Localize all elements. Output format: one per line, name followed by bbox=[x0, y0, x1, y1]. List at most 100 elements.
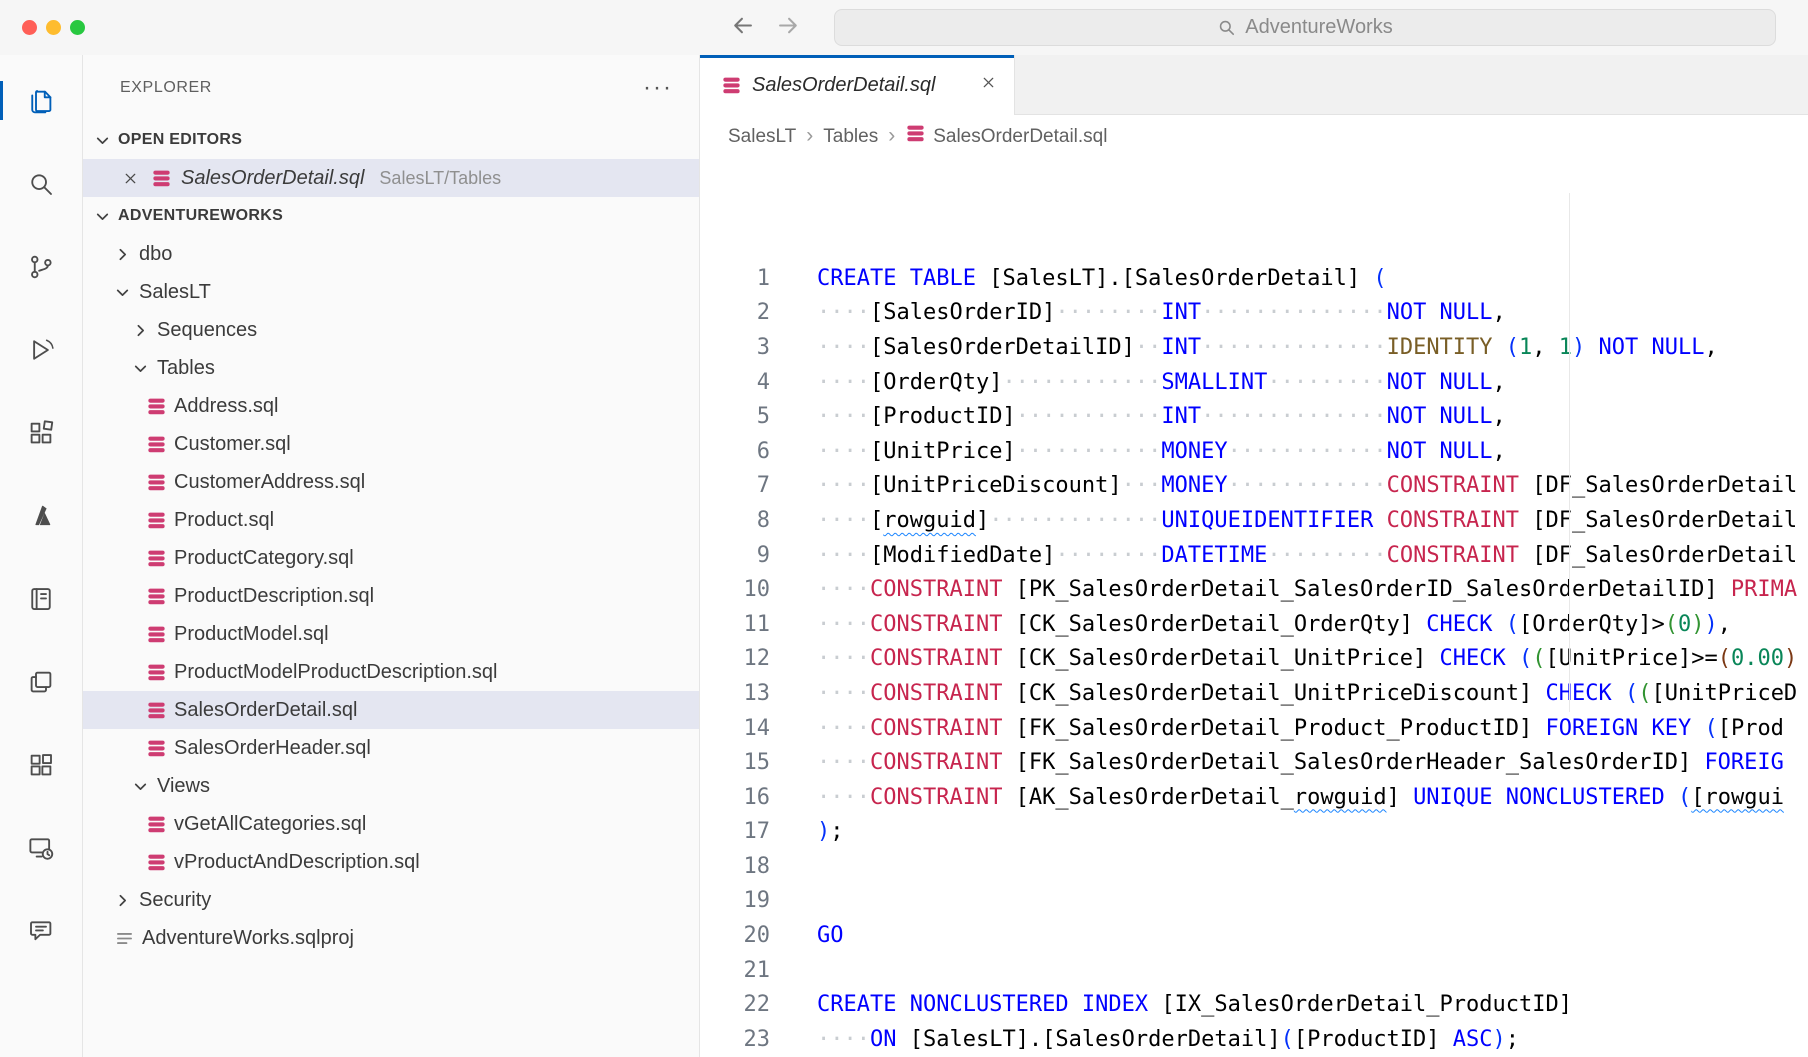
line-number: 11 bbox=[700, 608, 770, 643]
tree-item-sequences[interactable]: Sequences bbox=[83, 311, 699, 349]
breadcrumb-item-file[interactable]: SalesOrderDetail.sql bbox=[905, 123, 1107, 150]
minimize-button[interactable] bbox=[46, 20, 61, 35]
tree-item-label: SalesOrderDetail.sql bbox=[174, 699, 357, 722]
tree-item-salesorderdetail-sql[interactable]: SalesOrderDetail.sql bbox=[83, 691, 699, 729]
tab-close-button[interactable] bbox=[976, 73, 1000, 97]
tree-item-security[interactable]: Security bbox=[83, 881, 699, 919]
more-actions-button[interactable]: ··· bbox=[643, 83, 673, 93]
activity-explorer-button[interactable] bbox=[0, 59, 82, 142]
tree-item-productmodelproductdescription-sql[interactable]: ProductModelProductDescription.sql bbox=[83, 653, 699, 691]
tree-item-label: ProductDescription.sql bbox=[174, 585, 374, 608]
line-content: ····[OrderQty]············SMALLINT······… bbox=[770, 366, 1506, 401]
explorer-sidebar: EXPLORER ··· OPEN EDITORS SalesOrderDeta… bbox=[83, 55, 700, 1057]
open-editor-item[interactable]: SalesOrderDetail.sqlSalesLT/Tables bbox=[83, 159, 699, 197]
sql-projects-icon bbox=[26, 667, 56, 697]
line-content: ····CONSTRAINT [FK_SalesOrderDetail_Sale… bbox=[770, 746, 1784, 781]
close-editor-button[interactable] bbox=[119, 167, 141, 189]
open-editor-label: SalesOrderDetail.sql bbox=[181, 167, 364, 190]
code-line: 10····CONSTRAINT [PK_SalesOrderDetail_Sa… bbox=[700, 573, 1808, 608]
tree-item-views[interactable]: Views bbox=[83, 767, 699, 805]
search-icon bbox=[1217, 18, 1236, 37]
project-label: ADVENTUREWORKS bbox=[118, 207, 283, 225]
tree-item-productdescription-sql[interactable]: ProductDescription.sql bbox=[83, 577, 699, 615]
database-file-icon bbox=[145, 395, 167, 417]
tab-salesorderdetail[interactable]: SalesOrderDetail.sql bbox=[700, 55, 1015, 115]
tree-item-customer-sql[interactable]: Customer.sql bbox=[83, 425, 699, 463]
code-editor[interactable]: 1CREATE TABLE [SalesLT].[SalesOrderDetai… bbox=[700, 158, 1808, 1057]
line-number: 7 bbox=[700, 469, 770, 504]
line-content: ····CONSTRAINT [AK_SalesOrderDetail_rowg… bbox=[770, 781, 1784, 816]
chevron-down-icon bbox=[131, 777, 150, 796]
activity-comments-button[interactable] bbox=[0, 889, 82, 972]
activity-sql-projects-button[interactable] bbox=[0, 640, 82, 723]
line-number: 17 bbox=[700, 815, 770, 850]
code-line: 21 bbox=[700, 954, 1808, 989]
line-number: 10 bbox=[700, 573, 770, 608]
line-number: 20 bbox=[700, 919, 770, 954]
database-file-icon bbox=[145, 471, 167, 493]
line-number: 5 bbox=[700, 400, 770, 435]
database-file-icon bbox=[145, 623, 167, 645]
database-file-icon bbox=[150, 167, 172, 189]
tree-item-dbo[interactable]: dbo bbox=[83, 235, 699, 273]
activity-connections-button[interactable] bbox=[0, 806, 82, 889]
tree-item-label: ProductModel.sql bbox=[174, 623, 329, 646]
line-content: GO bbox=[770, 919, 844, 954]
line-number: 6 bbox=[700, 435, 770, 470]
activity-search-button[interactable] bbox=[0, 142, 82, 225]
tree-item-label: dbo bbox=[139, 243, 172, 266]
zoom-button[interactable] bbox=[70, 20, 85, 35]
back-button[interactable] bbox=[728, 14, 756, 42]
tree-item-vgetallcategories-sql[interactable]: vGetAllCategories.sql bbox=[83, 805, 699, 843]
activity-database-projects-button[interactable] bbox=[0, 723, 82, 806]
activity-notebooks-button[interactable] bbox=[0, 557, 82, 640]
history-navigation bbox=[728, 0, 802, 55]
tree-item-customeraddress-sql[interactable]: CustomerAddress.sql bbox=[83, 463, 699, 501]
tree-item-productmodel-sql[interactable]: ProductModel.sql bbox=[83, 615, 699, 653]
tree-item-address-sql[interactable]: Address.sql bbox=[83, 387, 699, 425]
code-line: 9····[ModifiedDate]········DATETIME·····… bbox=[700, 539, 1808, 574]
project-section-header[interactable]: ADVENTUREWORKS bbox=[83, 197, 699, 235]
tree-item-label: ProductModelProductDescription.sql bbox=[174, 661, 498, 684]
code-line: 12····CONSTRAINT [CK_SalesOrderDetail_Un… bbox=[700, 642, 1808, 677]
open-editors-label: OPEN EDITORS bbox=[118, 131, 242, 149]
code-line: 4····[OrderQty]············SMALLINT·····… bbox=[700, 366, 1808, 401]
breadcrumb-item[interactable]: SalesLT bbox=[728, 126, 796, 148]
chevron-down-icon bbox=[93, 207, 112, 226]
command-center[interactable]: AdventureWorks bbox=[834, 9, 1776, 46]
sidebar-header: EXPLORER ··· bbox=[83, 55, 699, 121]
open-editors-section-header[interactable]: OPEN EDITORS bbox=[83, 121, 699, 159]
activity-source-control-button[interactable] bbox=[0, 225, 82, 308]
close-button[interactable] bbox=[22, 20, 37, 35]
line-content: ····[UnitPriceDiscount]···MONEY·········… bbox=[770, 469, 1797, 504]
line-content: ····[ProductID]···········INT···········… bbox=[770, 400, 1506, 435]
proj-file-icon bbox=[113, 927, 135, 949]
activity-bar bbox=[0, 55, 83, 1057]
breadcrumb: SalesLT›Tables›SalesOrderDetail.sql bbox=[700, 115, 1808, 158]
tree-item-vproductanddescription-sql[interactable]: vProductAndDescription.sql bbox=[83, 843, 699, 881]
command-center-label: AdventureWorks bbox=[1245, 16, 1392, 39]
breadcrumb-item[interactable]: Tables bbox=[823, 126, 878, 148]
tree-item-product-sql[interactable]: Product.sql bbox=[83, 501, 699, 539]
tree-item-tables[interactable]: Tables bbox=[83, 349, 699, 387]
tree-item-label: Customer.sql bbox=[174, 433, 291, 456]
activity-run-debug-button[interactable] bbox=[0, 308, 82, 391]
code-line: 14····CONSTRAINT [FK_SalesOrderDetail_Pr… bbox=[700, 712, 1808, 747]
code-line: 1CREATE TABLE [SalesLT].[SalesOrderDetai… bbox=[700, 262, 1808, 297]
tree-item-adventureworks-sqlproj[interactable]: AdventureWorks.sqlproj bbox=[83, 919, 699, 957]
line-content: CREATE TABLE [SalesLT].[SalesOrderDetail… bbox=[770, 262, 1387, 297]
tree-item-salesorderheader-sql[interactable]: SalesOrderHeader.sql bbox=[83, 729, 699, 767]
activity-azure-button[interactable] bbox=[0, 474, 82, 557]
activity-extensions-button[interactable] bbox=[0, 391, 82, 474]
tree-item-label: Views bbox=[157, 775, 210, 798]
forward-button[interactable] bbox=[774, 14, 802, 42]
arrow-left-icon bbox=[729, 12, 756, 44]
code-line: 5····[ProductID]···········INT··········… bbox=[700, 400, 1808, 435]
line-content: ····CONSTRAINT [PK_SalesOrderDetail_Sale… bbox=[770, 573, 1797, 608]
open-editors-list: SalesOrderDetail.sqlSalesLT/Tables bbox=[83, 159, 699, 197]
tree-item-label: SalesLT bbox=[139, 281, 211, 304]
tree-item-productcategory-sql[interactable]: ProductCategory.sql bbox=[83, 539, 699, 577]
tree-item-saleslt[interactable]: SalesLT bbox=[83, 273, 699, 311]
breadcrumb-file-label: SalesOrderDetail.sql bbox=[933, 126, 1107, 148]
database-file-icon bbox=[145, 433, 167, 455]
